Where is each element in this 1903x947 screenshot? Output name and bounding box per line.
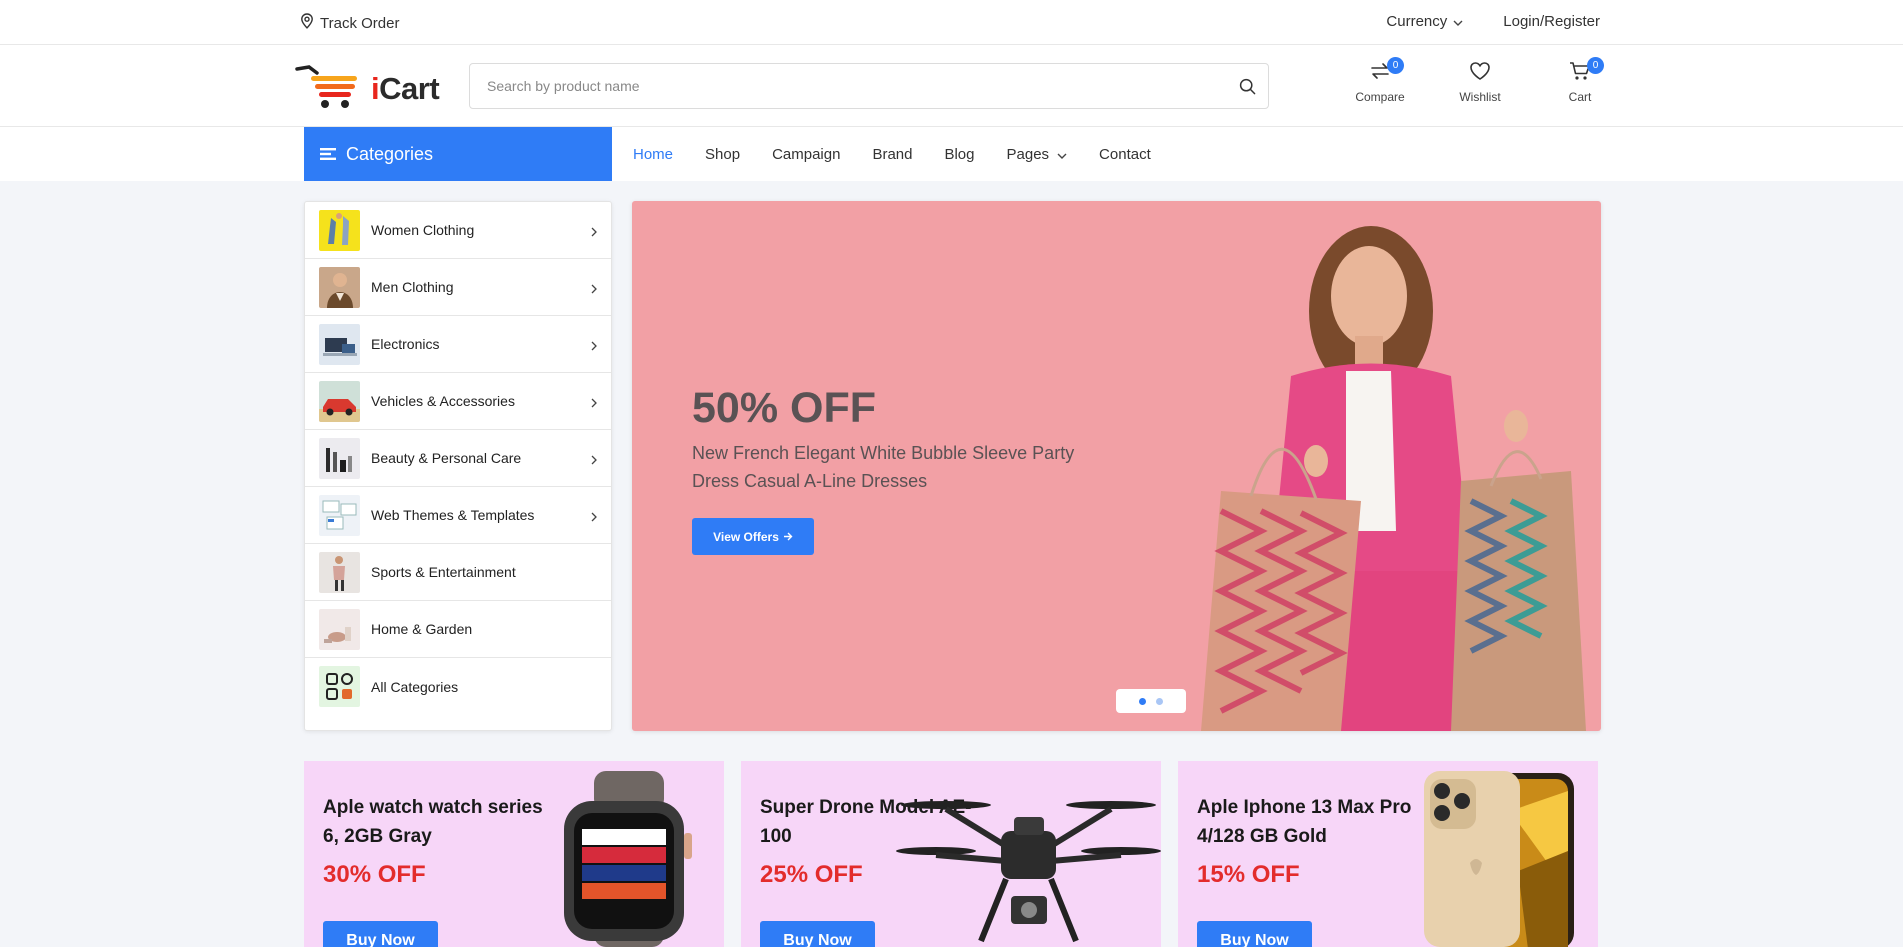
- hero-model-image: [1201, 226, 1586, 731]
- menu-lines-icon: [320, 144, 336, 165]
- hero-description: New French Elegant White Bubble Sleeve P…: [692, 443, 1075, 491]
- category-all-categories[interactable]: All Categories: [305, 658, 611, 715]
- category-label: Web Themes & Templates: [371, 507, 535, 523]
- chevron-right-icon: [591, 224, 597, 240]
- logo-text: iCart: [371, 70, 440, 106]
- beauty-thumbnail: [319, 437, 360, 479]
- category-beauty-personal-care[interactable]: Beauty & Personal Care: [305, 430, 611, 487]
- logo[interactable]: iCart: [295, 63, 440, 114]
- chevron-right-icon: [591, 509, 597, 525]
- vehicles-thumbnail: [319, 380, 360, 422]
- slider-dot-active[interactable]: [1139, 697, 1146, 705]
- view-offers-label: View Offers: [713, 529, 779, 544]
- category-vehicles-accessories[interactable]: Vehicles & Accessories: [305, 373, 611, 430]
- category-label: Sports & Entertainment: [371, 564, 516, 580]
- currency-dropdown[interactable]: Currency: [1386, 13, 1463, 30]
- arrow-right-icon: [783, 530, 793, 544]
- nav-pages-label: Pages: [1006, 145, 1050, 163]
- grid-icon: [319, 666, 360, 707]
- hero-banner: 50% OFF New French Elegant White Bubble …: [632, 201, 1601, 731]
- slider-dots: [1116, 689, 1186, 713]
- category-label: All Categories: [371, 678, 459, 695]
- wishlist-button[interactable]: Wishlist: [1430, 61, 1530, 104]
- search-icon[interactable]: [1239, 78, 1256, 100]
- chevron-right-icon: [591, 452, 597, 468]
- track-order-label: Track Order: [320, 14, 400, 32]
- category-sports-entertainment[interactable]: Sports & Entertainment: [305, 544, 611, 601]
- hero-title: 50% OFF: [692, 384, 876, 432]
- category-label: Home & Garden: [371, 621, 473, 637]
- cart-label: Cart: [1568, 90, 1592, 104]
- category-label: Beauty & Personal Care: [371, 450, 522, 466]
- wishlist-label: Wishlist: [1459, 90, 1501, 104]
- buy-now-button[interactable]: Buy Now: [760, 921, 875, 947]
- promo-title: Aple Iphone 13 Max Pro 4/128 GB Gold: [1197, 797, 1412, 847]
- compare-count-badge: 0: [1387, 57, 1404, 74]
- track-order-link[interactable]: Track Order: [300, 13, 399, 33]
- category-label: Men Clothing: [371, 279, 454, 295]
- category-home-garden[interactable]: Home & Garden: [305, 601, 611, 658]
- search-input[interactable]: [470, 64, 1200, 108]
- promo-discount: 30% OFF: [323, 861, 426, 888]
- promo-card-iphone: Aple Iphone 13 Max Pro 4/128 GB Gold 15%…: [1178, 761, 1598, 947]
- category-label: Women Clothing: [371, 222, 475, 238]
- category-sidebar: Women Clothing Men Clothing Electronics …: [304, 201, 612, 731]
- chevron-down-icon: [1453, 13, 1463, 30]
- category-electronics[interactable]: Electronics: [305, 316, 611, 373]
- category-women-clothing[interactable]: Women Clothing: [305, 202, 611, 259]
- search-bar: [469, 63, 1269, 109]
- chevron-right-icon: [591, 281, 597, 297]
- nav-shop[interactable]: Shop: [705, 146, 740, 163]
- promo-title: Aple watch watch series 6, 2GB Gray: [323, 797, 543, 847]
- category-web-themes-templates[interactable]: Web Themes & Templates: [305, 487, 611, 544]
- categories-button[interactable]: Categories: [304, 127, 612, 181]
- drone-image: [896, 801, 1161, 943]
- chevron-right-icon: [591, 395, 597, 411]
- main-nav: Categories Home Shop Campaign Brand Blog…: [0, 127, 1903, 181]
- chevron-down-icon: [1057, 146, 1067, 163]
- web-themes-thumbnail: [319, 494, 360, 536]
- top-bar: Track Order Currency Login/Register: [0, 0, 1903, 45]
- cart-count-badge: 0: [1587, 57, 1604, 74]
- categories-label: Categories: [346, 143, 434, 164]
- home-garden-thumbnail: [319, 608, 360, 650]
- buy-now-button[interactable]: Buy Now: [323, 921, 438, 947]
- compare-label: Compare: [1355, 90, 1405, 104]
- category-label: Vehicles & Accessories: [371, 393, 515, 409]
- slider-dot[interactable]: [1156, 697, 1163, 705]
- chevron-right-icon: [591, 338, 597, 354]
- women-clothing-thumbnail: [319, 209, 360, 251]
- category-label: Electronics: [371, 336, 440, 352]
- promo-card-drone: Super Drone Model AE-100 25% OFF Buy Now: [741, 761, 1161, 947]
- compare-button[interactable]: 0 Compare: [1330, 57, 1430, 104]
- smartwatch-image: [564, 771, 692, 947]
- nav-contact[interactable]: Contact: [1099, 146, 1151, 163]
- electronics-thumbnail: [319, 323, 360, 365]
- category-men-clothing[interactable]: Men Clothing: [305, 259, 611, 316]
- men-clothing-thumbnail: [319, 266, 360, 308]
- promo-discount: 15% OFF: [1197, 861, 1300, 888]
- nav-blog[interactable]: Blog: [944, 146, 974, 163]
- nav-home[interactable]: Home: [633, 146, 673, 163]
- nav-brand[interactable]: Brand: [872, 146, 912, 163]
- cart-logo-icon: [295, 63, 363, 114]
- buy-now-button[interactable]: Buy Now: [1197, 921, 1312, 947]
- nav-campaign[interactable]: Campaign: [772, 146, 840, 163]
- cart-button[interactable]: 0 Cart: [1530, 57, 1630, 104]
- header: iCart 0 Compare Wishlist: [0, 45, 1903, 127]
- iphone-image: [1424, 771, 1574, 947]
- currency-label: Currency: [1386, 13, 1448, 30]
- promo-card-watch: Aple watch watch series 6, 2GB Gray 30% …: [304, 761, 724, 947]
- location-pin-icon: [300, 13, 314, 33]
- login-register-link[interactable]: Login/Register: [1503, 13, 1600, 30]
- nav-pages-dropdown[interactable]: Pages: [1007, 146, 1068, 163]
- promo-discount: 25% OFF: [760, 861, 863, 888]
- sports-thumbnail: [319, 551, 360, 593]
- heart-icon: [1469, 61, 1491, 90]
- view-offers-button[interactable]: View Offers: [692, 518, 814, 555]
